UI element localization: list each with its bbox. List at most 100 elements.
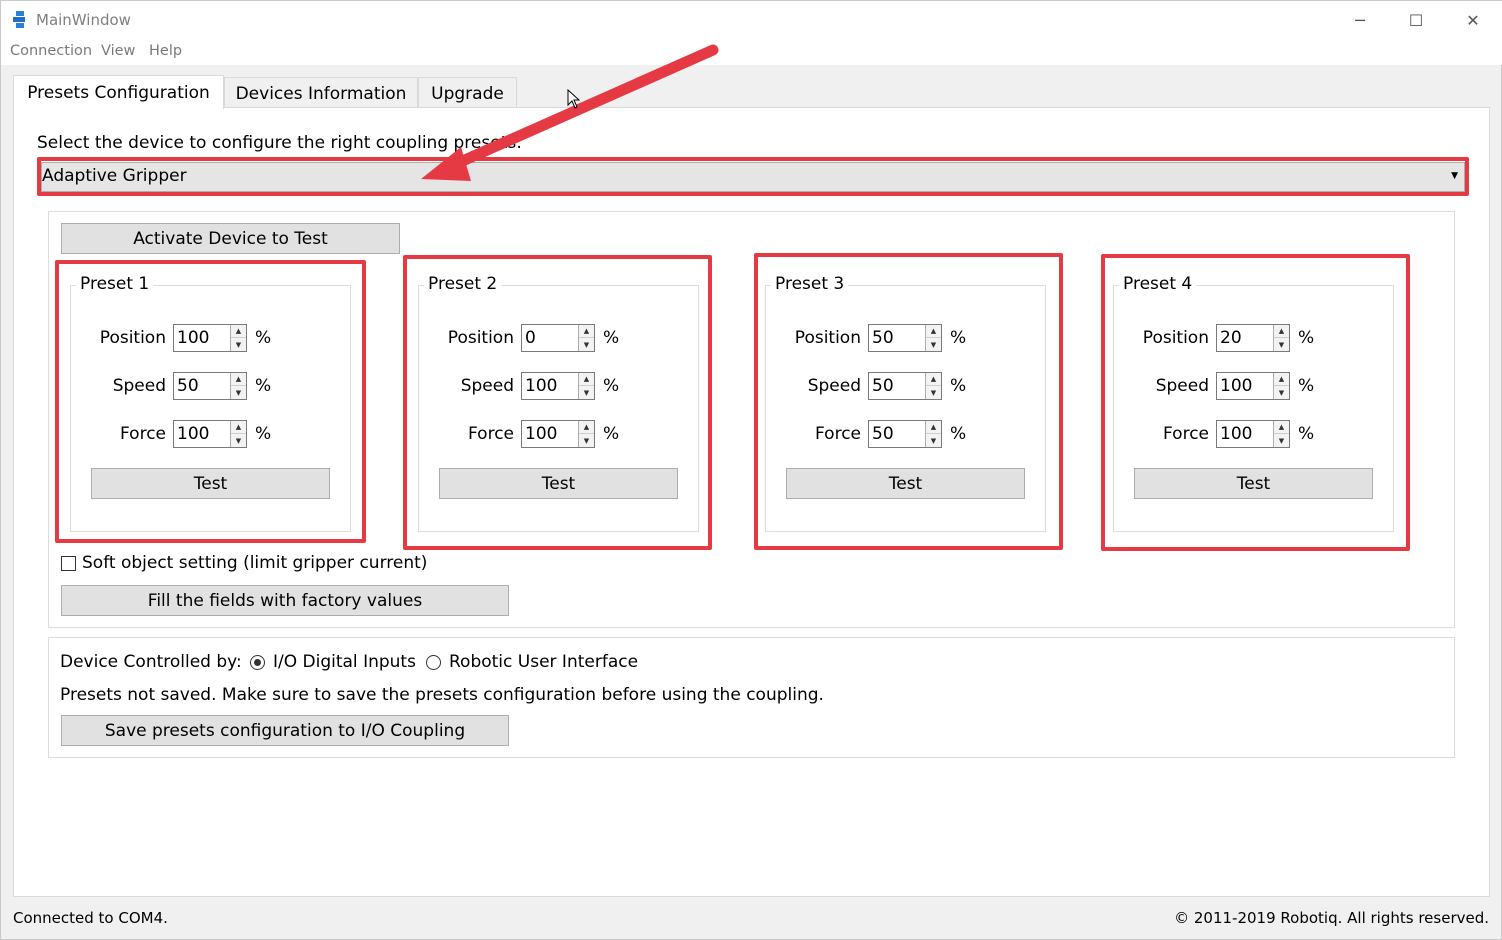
preset-2-position-spinbox[interactable]: 0 ▲ ▼	[521, 324, 595, 352]
spin-up-icon[interactable]: ▲	[1274, 325, 1289, 338]
percent-unit: %	[255, 424, 272, 444]
preset-4-force-spinbox[interactable]: 100 ▲ ▼	[1216, 420, 1290, 448]
spin-down-icon[interactable]: ▼	[1274, 434, 1289, 447]
preset-2-force-spinbox[interactable]: 100 ▲ ▼	[521, 420, 595, 448]
preset-1-force-spinbox[interactable]: 100 ▲ ▼	[173, 420, 247, 448]
robotic-ui-label: Robotic User Interface	[449, 652, 639, 672]
spin-up-icon[interactable]: ▲	[579, 325, 594, 338]
robotic-ui-radio[interactable]	[426, 655, 441, 670]
factory-values-button[interactable]: Fill the fields with factory values	[61, 585, 509, 616]
menu-view[interactable]: View	[101, 43, 135, 59]
percent-unit: %	[603, 424, 620, 444]
spin-down-icon[interactable]: ▼	[579, 386, 594, 399]
preset-3-position-value: 50	[872, 328, 894, 348]
spin-up-icon[interactable]: ▲	[926, 325, 941, 338]
presets-not-saved-warning: Presets not saved. Make sure to save the…	[60, 685, 824, 705]
preset-3-position-spinbox[interactable]: 50 ▲ ▼	[868, 324, 942, 352]
copyright-text: © 2011-2019 Robotiq. All rights reserved…	[1174, 909, 1489, 927]
io-digital-inputs-label: I/O Digital Inputs	[273, 652, 416, 672]
preset-1-speed-spinbox[interactable]: 50 ▲ ▼	[173, 372, 247, 400]
spin-down-icon[interactable]: ▼	[1274, 338, 1289, 351]
spin-up-icon[interactable]: ▲	[579, 421, 594, 434]
maximize-button[interactable]: ☐	[1387, 1, 1445, 39]
controlled-by-label: Device Controlled by:	[60, 652, 242, 672]
chevron-down-icon: ▼	[1451, 171, 1458, 181]
preset-2-title: Preset 2	[424, 274, 502, 294]
spin-up-icon[interactable]: ▲	[231, 373, 246, 386]
spin-down-icon[interactable]: ▼	[231, 338, 246, 351]
spin-down-icon[interactable]: ▼	[926, 386, 941, 399]
force-label: Force	[120, 424, 166, 444]
preset-3-force-value: 50	[872, 424, 894, 444]
position-label: Position	[447, 328, 514, 348]
spin-up-icon[interactable]: ▲	[231, 421, 246, 434]
tab-presets-configuration[interactable]: Presets Configuration	[13, 75, 224, 109]
spin-up-icon[interactable]: ▲	[1274, 373, 1289, 386]
menu-bar: Connection View Help	[1, 39, 1502, 65]
percent-unit: %	[255, 328, 272, 348]
device-select-prompt: Select the device to configure the right…	[37, 133, 522, 153]
minimize-button[interactable]: ─	[1331, 1, 1389, 39]
position-label: Position	[794, 328, 861, 348]
menu-connection[interactable]: Connection	[10, 43, 92, 59]
percent-unit: %	[950, 328, 967, 348]
spin-up-icon[interactable]: ▲	[926, 421, 941, 434]
preset-3-force-spinbox[interactable]: 50 ▲ ▼	[868, 420, 942, 448]
preset-1-position-value: 100	[177, 328, 210, 348]
preset-4-test-button[interactable]: Test	[1134, 468, 1373, 499]
preset-1-speed-value: 50	[177, 376, 199, 396]
preset-4-speed-value: 100	[1220, 376, 1253, 396]
close-button[interactable]: ✕	[1444, 1, 1502, 39]
spin-down-icon[interactable]: ▼	[231, 434, 246, 447]
window-title: MainWindow	[36, 11, 131, 29]
spin-down-icon[interactable]: ▼	[579, 434, 594, 447]
percent-unit: %	[950, 424, 967, 444]
force-label: Force	[468, 424, 514, 444]
preset-2-speed-value: 100	[525, 376, 558, 396]
spin-down-icon[interactable]: ▼	[231, 386, 246, 399]
main-window: MainWindow ─ ☐ ✕ Connection View Help Pr…	[0, 0, 1502, 940]
preset-4-position-spinbox[interactable]: 20 ▲ ▼	[1216, 324, 1290, 352]
preset-3-speed-spinbox[interactable]: 50 ▲ ▼	[868, 372, 942, 400]
preset-1-position-spinbox[interactable]: 100 ▲ ▼	[173, 324, 247, 352]
activate-device-button[interactable]: Activate Device to Test	[61, 223, 400, 254]
preset-2-position-value: 0	[525, 328, 536, 348]
spin-up-icon[interactable]: ▲	[231, 325, 246, 338]
io-digital-inputs-radio[interactable]	[250, 655, 265, 670]
save-presets-button[interactable]: Save presets configuration to I/O Coupli…	[61, 715, 509, 746]
connection-status: Connected to COM4.	[13, 909, 168, 927]
tab-devices-information[interactable]: Devices Information	[224, 77, 418, 109]
tab-upgrade[interactable]: Upgrade	[418, 77, 517, 109]
device-select-value: Adaptive Gripper	[42, 166, 187, 186]
soft-object-checkbox[interactable]	[61, 556, 76, 571]
spin-down-icon[interactable]: ▼	[579, 338, 594, 351]
speed-label: Speed	[1155, 376, 1209, 396]
preset-2-test-button[interactable]: Test	[439, 468, 678, 499]
spin-down-icon[interactable]: ▼	[926, 338, 941, 351]
speed-label: Speed	[112, 376, 166, 396]
spin-up-icon[interactable]: ▲	[926, 373, 941, 386]
spin-up-icon[interactable]: ▲	[1274, 421, 1289, 434]
percent-unit: %	[950, 376, 967, 396]
percent-unit: %	[255, 376, 272, 396]
spin-down-icon[interactable]: ▼	[1274, 386, 1289, 399]
preset-2-force-value: 100	[525, 424, 558, 444]
preset-4-force-value: 100	[1220, 424, 1253, 444]
spin-up-icon[interactable]: ▲	[579, 373, 594, 386]
percent-unit: %	[1298, 328, 1315, 348]
preset-1-force-value: 100	[177, 424, 210, 444]
force-label: Force	[1163, 424, 1209, 444]
preset-4-position-value: 20	[1220, 328, 1242, 348]
device-select-dropdown[interactable]: Adaptive Gripper ▼	[41, 162, 1465, 192]
percent-unit: %	[1298, 424, 1315, 444]
preset-2-speed-spinbox[interactable]: 100 ▲ ▼	[521, 372, 595, 400]
position-label: Position	[99, 328, 166, 348]
robotiq-app-icon	[13, 11, 25, 28]
spin-down-icon[interactable]: ▼	[926, 434, 941, 447]
menu-help[interactable]: Help	[149, 43, 182, 59]
preset-1-test-button[interactable]: Test	[91, 468, 330, 499]
preset-1-title: Preset 1	[76, 274, 154, 294]
preset-3-test-button[interactable]: Test	[786, 468, 1025, 499]
preset-4-title: Preset 4	[1119, 274, 1197, 294]
preset-4-speed-spinbox[interactable]: 100 ▲ ▼	[1216, 372, 1290, 400]
